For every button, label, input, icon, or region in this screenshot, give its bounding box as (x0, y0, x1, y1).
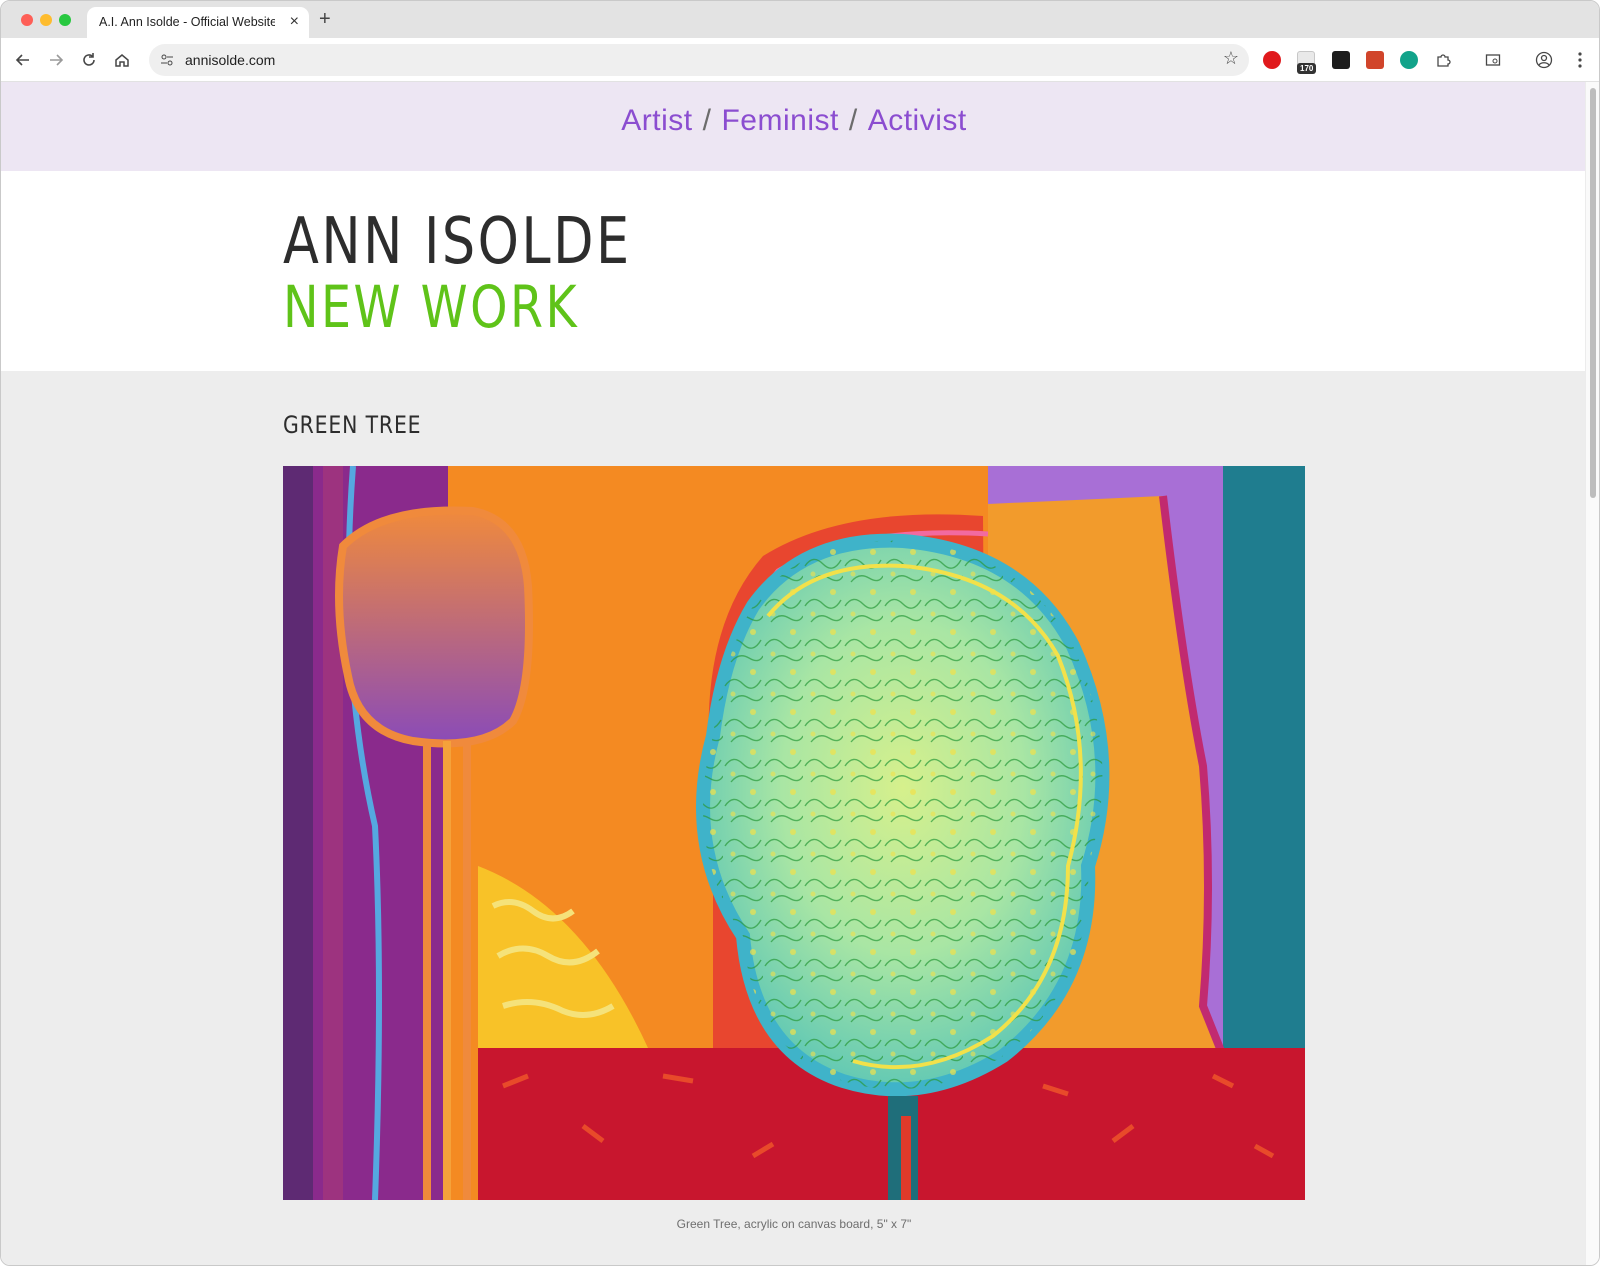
back-icon[interactable] (11, 48, 35, 72)
tagline-artist: Artist (621, 104, 693, 137)
tagline-bar: Artist / Feminist / Activist (1, 82, 1587, 171)
site-subtitle: NEW WORK (283, 273, 580, 341)
tagline-separator: / (702, 104, 712, 137)
new-tab-button[interactable]: + (319, 7, 331, 31)
opera-extension-icon[interactable] (1263, 51, 1281, 69)
reload-icon[interactable] (77, 48, 101, 72)
browser-toolbar: annisolde.com ☆ 170 (1, 38, 1599, 82)
tab-strip: A.I. Ann Isolde - Official Website × + (1, 1, 1599, 38)
site-name[interactable]: ANN ISOLDE (283, 205, 632, 279)
minimize-window-button[interactable] (40, 14, 52, 26)
green-tree-painting (283, 466, 1305, 1200)
address-bar[interactable]: annisolde.com ☆ (149, 44, 1249, 76)
home-icon[interactable] (110, 48, 134, 72)
web-page: Artist / Feminist / Activist ANN ISOLDE NEW … (1, 82, 1587, 1265)
menu-kebab-icon[interactable] (1568, 48, 1592, 72)
artwork-caption: Green Tree, acrylic on canvas board, 5" … (676, 1217, 912, 1231)
grammarly-icon[interactable] (1400, 51, 1418, 69)
site-info-icon[interactable] (157, 50, 177, 70)
page-scrollbar[interactable] (1585, 82, 1599, 1265)
tagline: Artist / Feminist / Activist (1, 104, 1587, 138)
url-text[interactable]: annisolde.com (185, 52, 275, 68)
red-extension-icon[interactable] (1366, 51, 1384, 69)
bookmark-star-icon[interactable]: ☆ (1223, 48, 1239, 69)
tab-active[interactable]: A.I. Ann Isolde - Official Website × (87, 7, 309, 38)
extensions-puzzle-icon[interactable] (1431, 48, 1455, 72)
tab-search-icon[interactable] (1481, 48, 1505, 72)
tab-close-icon[interactable]: × (290, 12, 299, 32)
artwork-image[interactable] (283, 466, 1305, 1200)
main-content: GREEN TREE Green Tree, acrylic on canvas… (1, 371, 1587, 1265)
maximize-window-button[interactable] (59, 14, 71, 26)
tagline-feminist: Feminist (721, 104, 839, 137)
scrollbar-thumb[interactable] (1590, 88, 1596, 498)
tagline-activist: Activist (867, 104, 967, 137)
extension-badge: 170 (1297, 63, 1317, 74)
font-extension-icon[interactable] (1332, 51, 1350, 69)
profile-icon[interactable] (1532, 48, 1556, 72)
site-header: ANN ISOLDE NEW WORK (1, 171, 1587, 371)
tagline-separator: / (848, 104, 858, 137)
forward-icon[interactable] (44, 48, 68, 72)
artwork-title: GREEN TREE (283, 411, 422, 439)
browser-window: A.I. Ann Isolde - Official Website × + a… (0, 0, 1600, 1266)
tab-title: A.I. Ann Isolde - Official Website (99, 15, 275, 29)
close-window-button[interactable] (21, 14, 33, 26)
